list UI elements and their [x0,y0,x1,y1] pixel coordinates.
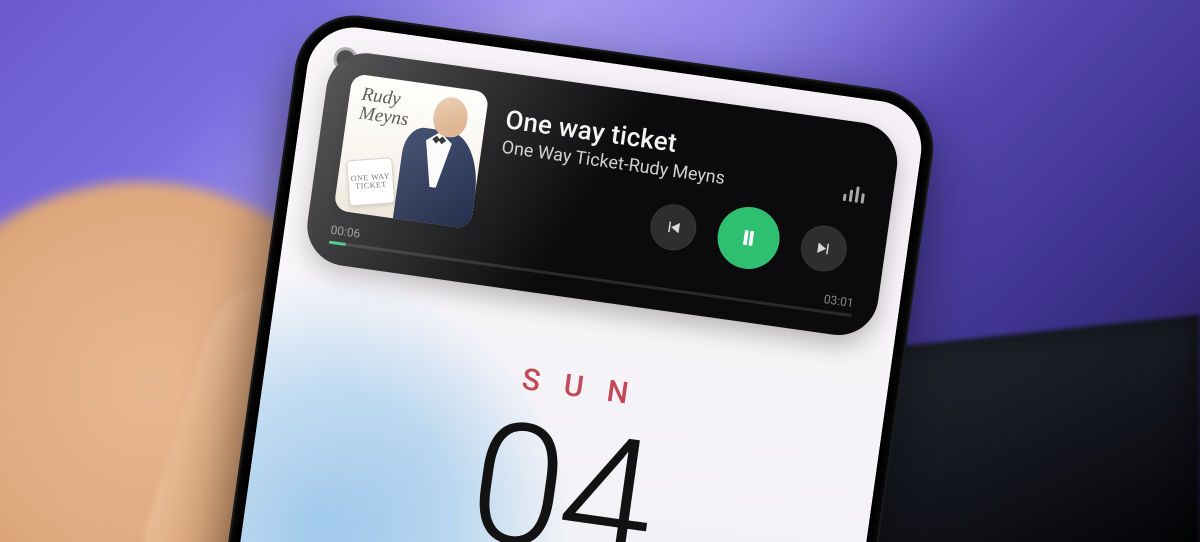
pause-icon [736,226,761,251]
day-number: 04 [242,367,879,542]
phone-frame: Rudy Meyns ONE WAY TICKET One way ticket… [177,10,939,542]
music-player-widget[interactable]: Rudy Meyns ONE WAY TICKET One way ticket… [302,48,902,340]
next-track-icon [814,238,834,258]
next-button[interactable] [798,223,850,275]
album-art-figure [384,84,489,229]
previous-track-icon [663,217,683,237]
total-duration: 03:01 [823,292,855,310]
progress-fill [329,241,347,246]
photo-background: Rudy Meyns ONE WAY TICKET One way ticket… [0,0,1200,542]
lockscreen-date: SUN 04 [242,326,885,542]
play-pause-button[interactable] [714,203,784,273]
album-art-badge: ONE WAY TICKET [346,157,395,206]
elapsed-time: 00:06 [330,223,362,241]
phone-screen[interactable]: Rudy Meyns ONE WAY TICKET One way ticket… [188,21,927,542]
album-art[interactable]: Rudy Meyns ONE WAY TICKET [333,73,489,229]
equalizer-icon [843,185,866,204]
previous-button[interactable] [647,201,699,253]
